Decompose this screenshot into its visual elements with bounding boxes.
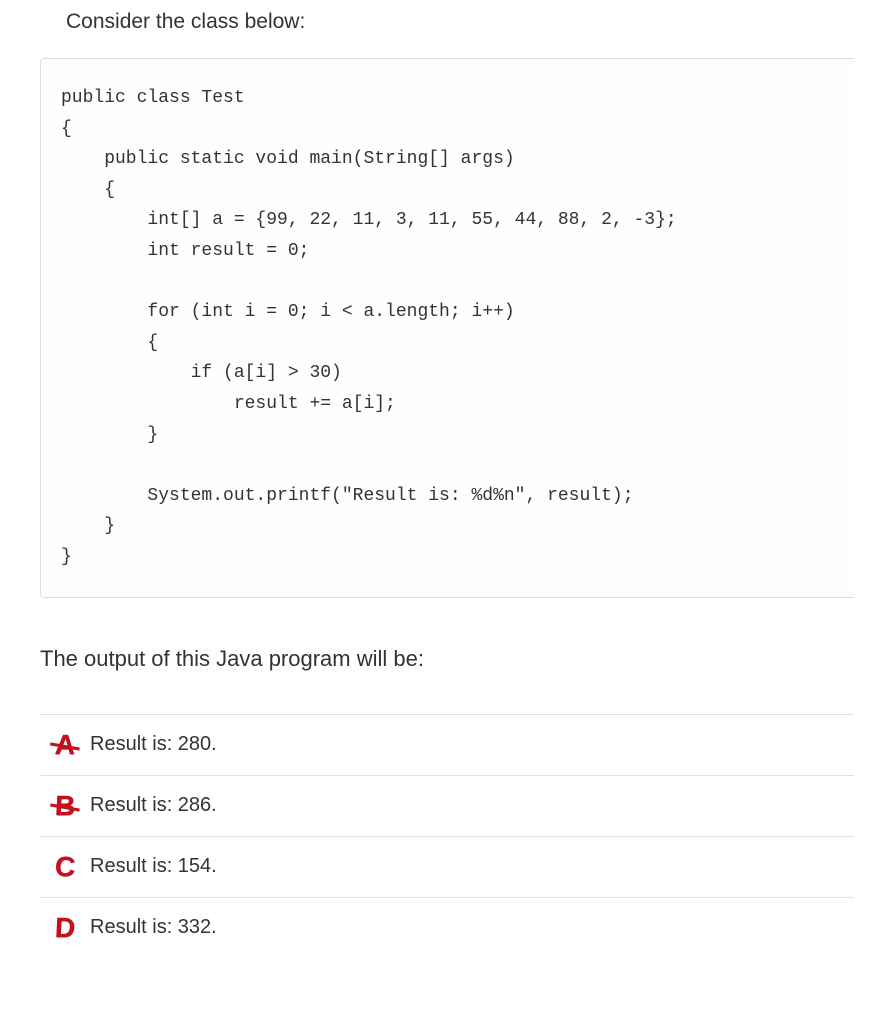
- code-block: public class Test { public static void m…: [40, 58, 854, 598]
- options-list: A Result is: 280. B Result is: 286. C Re…: [40, 714, 854, 958]
- option-text: Result is: 280.: [90, 733, 217, 756]
- option-c[interactable]: C Result is: 154.: [40, 837, 854, 898]
- option-text: Result is: 286.: [90, 794, 217, 817]
- question-intro: Consider the class below:: [40, 10, 854, 34]
- option-a[interactable]: A Result is: 280.: [40, 714, 854, 776]
- option-letter: D: [39, 912, 91, 944]
- option-d[interactable]: D Result is: 332.: [40, 898, 854, 958]
- option-text: Result is: 154.: [90, 855, 217, 878]
- option-b[interactable]: B Result is: 286.: [40, 776, 854, 837]
- option-text: Result is: 332.: [90, 916, 217, 939]
- option-letter: A: [39, 729, 91, 761]
- option-letter: B: [39, 790, 91, 822]
- question-text: The output of this Java program will be:: [40, 646, 854, 672]
- option-letter: C: [39, 851, 91, 883]
